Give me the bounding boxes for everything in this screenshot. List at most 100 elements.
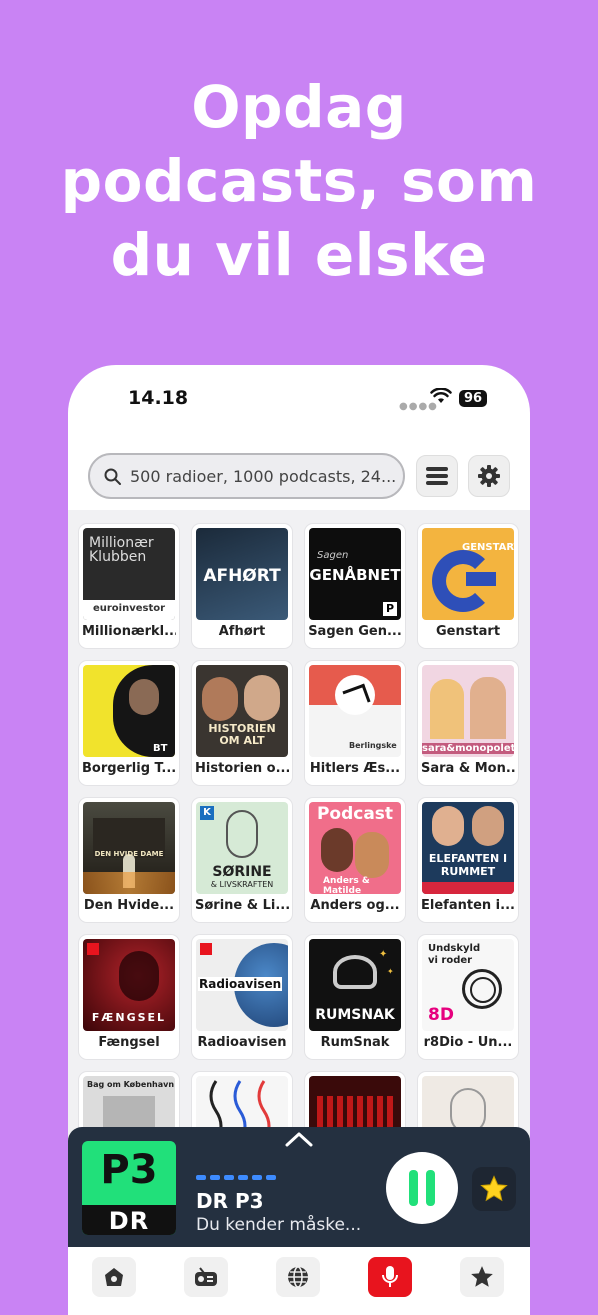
podcast-cover: sara&monopolet xyxy=(422,665,514,757)
podcast-tile[interactable]: AFHØRT Afhørt xyxy=(192,524,292,648)
favorite-button[interactable] xyxy=(472,1167,516,1211)
podcast-title: Radioavisen xyxy=(197,1035,287,1050)
podcast-title: Historien o... xyxy=(195,761,289,776)
menu-icon xyxy=(426,467,448,485)
headline-line-1: Opdag xyxy=(191,73,407,141)
cover-title: Podcast xyxy=(316,804,394,824)
headline: Opdag podcasts, som du vil elske xyxy=(0,70,598,292)
cover-title: AFHØRT xyxy=(203,566,281,586)
podcast-cover: Radioavisen xyxy=(196,939,288,1031)
pause-icon xyxy=(409,1170,435,1206)
podcast-tile[interactable]: HISTORIEN OM ALT Historien o... xyxy=(192,661,292,785)
podcast-title: Borgerlig T... xyxy=(82,761,176,776)
podcast-cover: K SØRINE & LIVSKRAFTEN xyxy=(196,802,288,894)
station-logo-bottom: DR xyxy=(108,1207,150,1235)
podcast-tile[interactable]: Berlingske Hitlers Æs... xyxy=(305,661,405,785)
cover-title: FÆNGSEL xyxy=(91,1011,167,1024)
live-progress-icon xyxy=(196,1175,276,1180)
status-bar: 14.18 ●●●● 96 xyxy=(68,365,530,435)
star-icon xyxy=(480,1175,508,1202)
cover-title: Berlingske xyxy=(349,741,397,750)
podcast-cover: BT xyxy=(83,665,175,757)
podcast-tile[interactable]: K SØRINE & LIVSKRAFTEN Sørine & Li... xyxy=(192,798,292,922)
now-playing-bar[interactable]: P3 DR DR P3 Du kender måske... xyxy=(68,1127,530,1247)
cover-title: BT xyxy=(153,743,168,754)
podcast-title: RumSnak xyxy=(320,1035,390,1050)
tab-favorites[interactable] xyxy=(460,1257,504,1297)
cover-subtitle: euroinvestor xyxy=(92,603,166,614)
headline-line-3: du vil elske xyxy=(110,221,488,289)
tab-podcasts[interactable] xyxy=(368,1257,412,1297)
cover-title: GENÅBNET xyxy=(309,566,401,584)
podcast-title: Elefanten i... xyxy=(421,898,515,913)
cover-title: GENSTART xyxy=(462,542,514,553)
pause-button[interactable] xyxy=(386,1152,458,1224)
cover-title: Radioavisen xyxy=(198,977,283,991)
podcast-tile[interactable]: ELEFANTEN I RUMMET Elefanten i... xyxy=(418,798,518,922)
menu-button[interactable] xyxy=(416,455,458,497)
cover-title: sara&monopolet xyxy=(422,743,514,754)
podcast-cover: HISTORIEN OM ALT xyxy=(196,665,288,757)
tab-radio[interactable] xyxy=(184,1257,228,1297)
cover-title: Millionær Klubben xyxy=(89,535,154,565)
radio-icon xyxy=(195,1267,217,1286)
cover-subtitle: & LIVSKRAFTEN xyxy=(210,880,274,889)
podcast-tile[interactable]: DEN HVIDE DAME Den Hvide... xyxy=(79,798,179,922)
podcast-tile[interactable]: Millionær Klubben euroinvestor Millionær… xyxy=(79,524,179,648)
podcast-tile[interactable]: ✦ ✦ RUMSNAK RumSnak xyxy=(305,935,405,1059)
cover-title: RUMSNAK xyxy=(315,1007,395,1023)
now-playing-subtitle: Du kender måske... xyxy=(196,1215,362,1235)
tab-home[interactable] xyxy=(92,1257,136,1297)
podcast-tile[interactable]: GENSTART Genstart xyxy=(418,524,518,648)
podcast-cover: Undskyld vi roder 8D xyxy=(422,939,514,1031)
cover-subtitle: 8D xyxy=(428,1005,454,1025)
podcast-tile[interactable]: BT Borgerlig T... xyxy=(79,661,179,785)
podcast-grid: Millionær Klubben euroinvestor Millionær… xyxy=(68,510,530,1140)
podcast-cover: FÆNGSEL xyxy=(83,939,175,1031)
podcast-title: Fængsel xyxy=(98,1035,160,1050)
station-logo: P3 DR xyxy=(82,1141,176,1235)
battery-indicator: 96 xyxy=(459,390,488,407)
cover-title: SØRINE xyxy=(212,864,272,880)
podcast-cover: Podcast Anders & Matilde xyxy=(309,802,401,894)
podcast-title: Sørine & Li... xyxy=(195,898,289,913)
podcast-tile[interactable]: Undskyld vi roder 8D r8Dio - Un... xyxy=(418,935,518,1059)
cover-title: Bag om København xyxy=(87,1080,175,1089)
wifi-icon xyxy=(430,388,452,403)
podcast-tile[interactable]: Podcast Anders & Matilde Anders og... xyxy=(305,798,405,922)
microphone-icon xyxy=(382,1266,398,1287)
podcast-tile[interactable]: Sagen GENÅBNET P Sagen Gen... xyxy=(305,524,405,648)
podcast-tile[interactable]: sara&monopolet Sara & Mon... xyxy=(418,661,518,785)
star-icon xyxy=(471,1266,493,1287)
podcast-cover: Sagen GENÅBNET P xyxy=(309,528,401,620)
podcast-cover: DEN HVIDE DAME xyxy=(83,802,175,894)
home-icon xyxy=(105,1268,123,1286)
status-time: 14.18 xyxy=(128,387,189,409)
tab-bar xyxy=(68,1247,530,1315)
podcast-cover: Millionær Klubben euroinvestor xyxy=(83,528,175,620)
cover-subtitle: Sagen xyxy=(317,550,349,561)
podcast-title: Millionærkl... xyxy=(82,624,176,639)
podcast-title: Hitlers Æs... xyxy=(309,761,401,776)
podcast-title: Genstart xyxy=(435,624,501,639)
chevron-up-icon[interactable] xyxy=(285,1131,313,1147)
tab-explore[interactable] xyxy=(276,1257,320,1297)
podcast-cover: AFHØRT xyxy=(196,528,288,620)
podcast-tile[interactable]: Radioavisen Radioavisen xyxy=(192,935,292,1059)
podcast-tile[interactable]: FÆNGSEL Fængsel xyxy=(79,935,179,1059)
headline-line-2: podcasts, som xyxy=(60,147,538,215)
cover-subtitle: Anders & Matilde xyxy=(323,876,370,894)
podcast-title: Anders og... xyxy=(310,898,400,913)
podcast-cover: GENSTART xyxy=(422,528,514,620)
podcast-title: Afhørt xyxy=(218,624,266,639)
settings-button[interactable] xyxy=(468,455,510,497)
phone-screen: 14.18 ●●●● 96 500 radioer, 1000 podcasts… xyxy=(68,365,530,1315)
gear-icon xyxy=(478,465,500,487)
podcast-cover: ELEFANTEN I RUMMET xyxy=(422,802,514,894)
search-row: 500 radioer, 1000 podcasts, 24... xyxy=(68,449,530,505)
search-icon xyxy=(104,468,121,485)
search-input[interactable]: 500 radioer, 1000 podcasts, 24... xyxy=(88,453,405,499)
station-logo-top: P3 xyxy=(100,1147,158,1193)
podcast-cover: ✦ ✦ RUMSNAK xyxy=(309,939,401,1031)
podcast-title: r8Dio - Un... xyxy=(423,1035,513,1050)
